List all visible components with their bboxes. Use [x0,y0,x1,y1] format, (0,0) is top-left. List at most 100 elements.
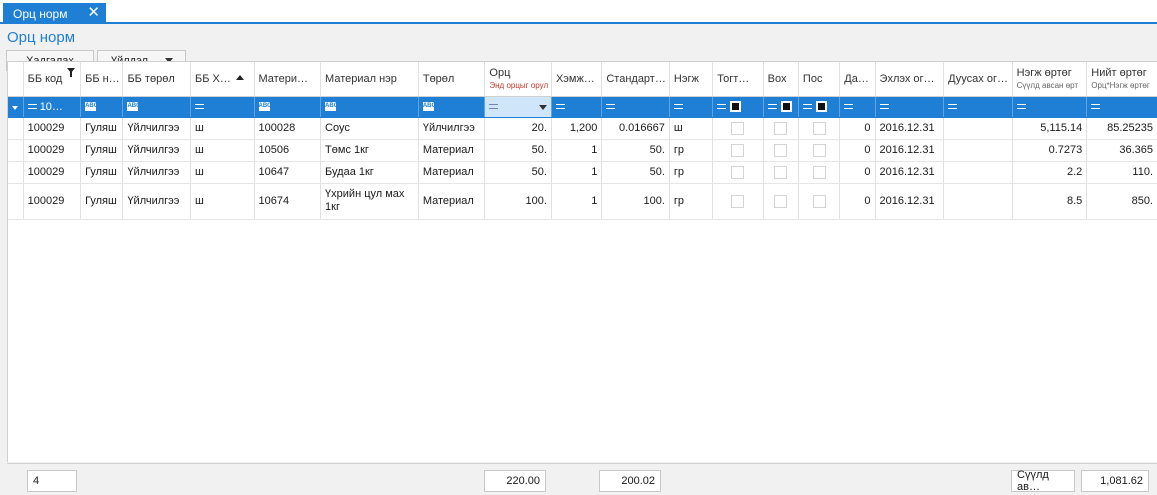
cell-orts[interactable]: 50. [484,139,552,162]
cell-vox[interactable] [763,183,799,220]
cell-pos[interactable] [798,183,841,220]
cell-bb-code[interactable]: 100029 [23,183,82,220]
checkbox[interactable] [731,194,745,208]
cell-togt[interactable] [712,117,764,140]
cell-start[interactable]: 2016.12.31 [875,139,945,162]
checkbox[interactable] [774,194,788,208]
col-header-bb-unit[interactable]: ББ Х… [190,62,255,97]
col-header-vox[interactable]: Вох [763,62,799,97]
table-row[interactable]: 100029 Гуляш Үйлчилгээ ш 100028 Соус Үйлчилгээ… [8,117,1157,140]
filter-type[interactable]: ABC [418,96,486,118]
checkbox[interactable] [731,143,745,157]
cell-togt[interactable] [712,161,764,184]
cell-std[interactable]: 50. [601,139,670,162]
checkbox[interactable] [731,121,745,135]
cell-orts[interactable]: 50. [484,161,552,184]
cell-bb-type[interactable]: Үйлчилгээ [122,183,191,220]
cell-unit[interactable]: гр [669,161,714,184]
cell-bb-unit[interactable]: ш [190,161,255,184]
cell-type[interactable]: Үйлчилгээ [418,117,486,140]
cell-orts[interactable]: 100. [484,183,552,220]
row-indicator[interactable] [8,139,24,162]
row-indicator[interactable] [8,117,24,140]
cell-end[interactable] [943,139,1013,162]
cell-bb-type[interactable]: Үйлчилгээ [122,161,191,184]
table-row[interactable]: 100029 Гуляш Үйлчилгээ ш 10674 Үхрийн цул мах… [8,183,1157,220]
cell-bb-name[interactable]: Гуляш [80,161,124,184]
cell-end[interactable] [943,161,1013,184]
cell-qty[interactable]: 1,200 [551,117,603,140]
cell-end[interactable] [943,117,1013,140]
filter-da[interactable] [839,96,876,118]
cell-togt[interactable] [712,183,764,220]
filter-orts[interactable] [484,96,552,118]
close-icon[interactable]: ✕ [87,4,100,22]
col-header-qty[interactable]: Хэмж… [551,62,603,97]
col-header-unit-cost[interactable]: Нэгж өртөг Сүүлд авсан өрт [1012,62,1088,97]
filter-std[interactable] [601,96,670,118]
checkbox[interactable] [812,194,826,208]
filter-start[interactable] [875,96,945,118]
cell-total-cost[interactable]: 36.365 [1086,139,1157,162]
cell-start[interactable]: 2016.12.31 [875,183,945,220]
table-row[interactable]: 100029 Гуляш Үйлчилгээ ш 10506 Төмс 1кг Матери… [8,139,1157,162]
table-row[interactable]: 100029 Гуляш Үйлчилгээ ш 10647 Будаа 1кг Матер… [8,161,1157,184]
cell-bb-code[interactable]: 100029 [23,117,82,140]
checkbox[interactable] [812,121,826,135]
col-header-start[interactable]: Эхлэх ог… [875,62,945,97]
filter-bb-unit[interactable] [190,96,255,118]
cell-end[interactable] [943,183,1013,220]
cell-da[interactable]: 0 [839,117,876,140]
checkbox[interactable] [774,165,788,179]
cell-vox[interactable] [763,161,799,184]
cell-std[interactable]: 100. [601,183,670,220]
cell-unit-cost[interactable]: 5,115.14 [1012,117,1088,140]
col-header-std[interactable]: Стандарт… [601,62,670,97]
cell-bb-code[interactable]: 100029 [23,161,82,184]
filter-end[interactable] [943,96,1013,118]
cell-bb-name[interactable]: Гуляш [80,117,124,140]
filter-bb-name[interactable]: ABC [80,96,124,118]
col-header-type[interactable]: Төрөл [418,62,486,97]
cell-mat-name[interactable]: Будаа 1кг [320,161,419,184]
col-header-pos[interactable]: Пос [798,62,841,97]
cell-bb-code[interactable]: 100029 [23,139,82,162]
filter-bb-code[interactable]: 10… [23,96,82,118]
row-indicator[interactable] [8,183,24,220]
cell-std[interactable]: 50. [601,161,670,184]
filter-bb-type[interactable]: ABC [122,96,191,118]
filter-unit-cost[interactable] [1012,96,1088,118]
cell-orts[interactable]: 20. [484,117,552,140]
cell-unit-cost[interactable]: 8.5 [1012,183,1088,220]
cell-pos[interactable] [798,117,841,140]
filter-mat-code[interactable]: ABC [254,96,322,118]
cell-mat-name[interactable]: Соус [320,117,419,140]
cell-mat-name[interactable]: Төмс 1кг [320,139,419,162]
cell-type[interactable]: Материал [418,161,486,184]
filter-total-cost[interactable] [1086,96,1157,118]
checkbox[interactable] [774,121,788,135]
filter-qty[interactable] [551,96,603,118]
cell-type[interactable]: Материал [418,183,486,220]
col-header-bb-type[interactable]: ББ төрөл [122,62,191,97]
cell-mat-code[interactable]: 100028 [254,117,322,140]
cell-bb-unit[interactable]: ш [190,117,255,140]
cell-mat-code[interactable]: 10506 [254,139,322,162]
cell-mat-name[interactable]: Үхрийн цул мах 1кг [320,183,419,220]
cell-bb-unit[interactable]: ш [190,183,255,220]
row-indicator[interactable] [8,161,24,184]
filter-icon[interactable] [67,68,76,77]
cell-da[interactable]: 0 [839,183,876,220]
cell-unit-cost[interactable]: 0.7273 [1012,139,1088,162]
cell-qty[interactable]: 1 [551,183,603,220]
checkbox[interactable] [812,165,826,179]
checkbox[interactable] [774,143,788,157]
col-header-mat-name[interactable]: Материал нэр [320,62,419,97]
filter-mat-name[interactable]: ABC [320,96,419,118]
cell-qty[interactable]: 1 [551,161,603,184]
col-header-da[interactable]: Да… [839,62,876,97]
cell-bb-name[interactable]: Гуляш [80,183,124,220]
col-header-bb-code[interactable]: ББ код [23,62,82,97]
cell-mat-code[interactable]: 10647 [254,161,322,184]
cell-std[interactable]: 0.016667 [601,117,670,140]
